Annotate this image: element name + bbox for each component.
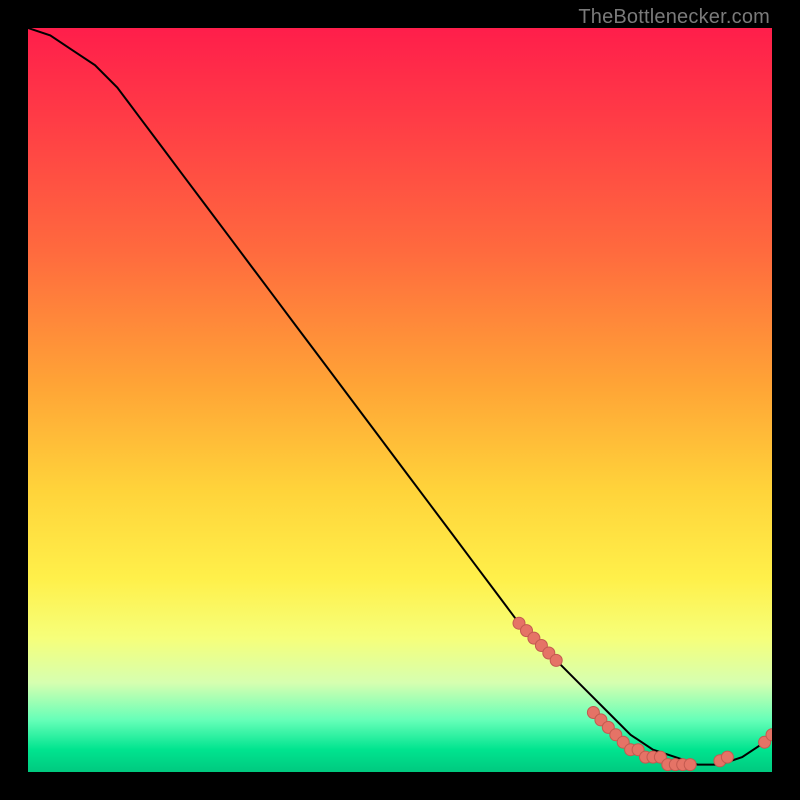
marker-dot: [684, 759, 696, 771]
marker-group: [513, 617, 772, 770]
marker-dot: [550, 654, 562, 666]
chart-frame: TheBottlenecker.com: [0, 0, 800, 800]
bottleneck-chart: [28, 28, 772, 772]
attribution-label: TheBottlenecker.com: [578, 6, 770, 29]
bottleneck-curve-path: [28, 28, 772, 765]
plot-area: [28, 28, 772, 772]
marker-dot: [721, 751, 733, 763]
